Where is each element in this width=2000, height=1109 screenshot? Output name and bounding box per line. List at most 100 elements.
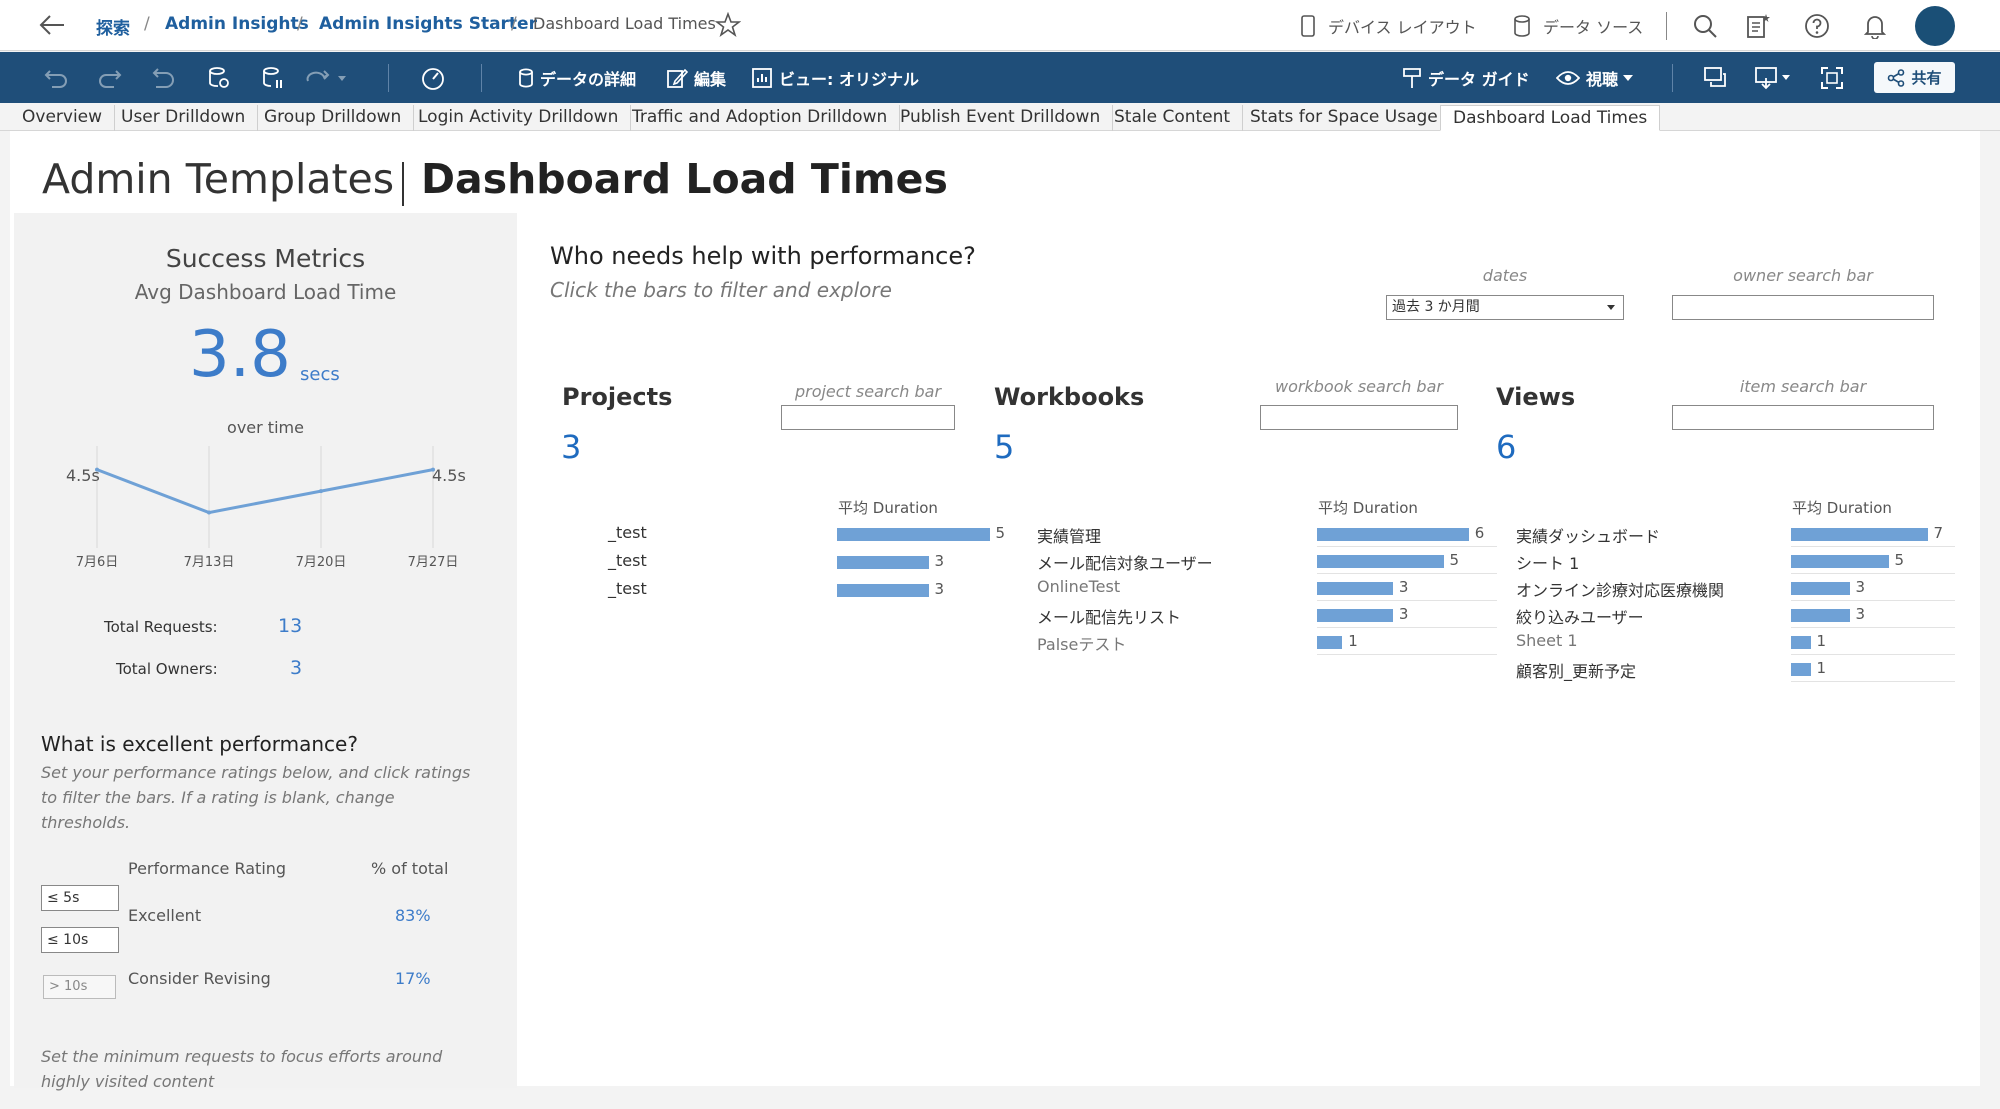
breadcrumb-admin-insights-starter[interactable]: Admin Insights Starter bbox=[319, 14, 537, 34]
back-arrow-icon[interactable] bbox=[38, 13, 66, 37]
total-requests-value: 13 bbox=[278, 615, 303, 637]
projects-duration-bar[interactable] bbox=[837, 584, 929, 597]
workbook-search-input[interactable] bbox=[1260, 405, 1458, 430]
workbooks-row-name[interactable]: Palseテスト bbox=[1037, 631, 1126, 655]
dates-filter-select[interactable]: 過去 3 か月間 bbox=[1386, 295, 1624, 320]
projects-row-name[interactable]: _test bbox=[608, 551, 647, 570]
rating-excellent-pct[interactable]: 83% bbox=[395, 906, 431, 925]
user-avatar[interactable] bbox=[1915, 6, 1955, 46]
item-search-input[interactable] bbox=[1672, 405, 1934, 430]
recommendations-icon[interactable] bbox=[1746, 13, 1770, 39]
workbooks-bar-value: 5 bbox=[1449, 551, 1460, 569]
tab-publish-event-drilldown[interactable]: Publish Event Drilldown bbox=[888, 105, 1114, 131]
projects-duration-bar[interactable] bbox=[837, 528, 990, 541]
tab-stats-space-usage[interactable]: Stats for Space Usage bbox=[1238, 105, 1451, 131]
workbooks-row-divider bbox=[1317, 546, 1497, 547]
trend-x-tick-label: 7月20日 bbox=[296, 555, 347, 570]
total-owners-value: 3 bbox=[290, 657, 303, 679]
excellent-description-line: thresholds. bbox=[41, 813, 131, 832]
data-source-button[interactable]: データ ソース bbox=[1543, 14, 1643, 38]
comments-icon[interactable] bbox=[1703, 52, 1735, 103]
views-duration-bar[interactable] bbox=[1791, 528, 1928, 541]
favorite-star-icon[interactable] bbox=[715, 12, 741, 38]
data-details-button[interactable]: データの詳細 bbox=[518, 52, 636, 103]
project-search-input[interactable] bbox=[781, 405, 955, 430]
tab-group-drilldown[interactable]: Group Drilldown bbox=[252, 105, 415, 131]
workbooks-duration-header: 平均 Duration bbox=[1318, 499, 1418, 517]
download-dropdown-icon[interactable] bbox=[1754, 52, 1800, 103]
projects-duration-bar[interactable] bbox=[837, 556, 929, 569]
redo-icon[interactable] bbox=[98, 52, 128, 103]
views-row-name[interactable]: 顧客別_更新予定 bbox=[1516, 658, 1636, 682]
workbooks-duration-bar[interactable] bbox=[1317, 555, 1444, 568]
threshold-slow-input: > 10s bbox=[43, 975, 116, 999]
tab-overview[interactable]: Overview bbox=[10, 105, 116, 131]
workbooks-row-name[interactable]: メール配信対象ユーザー bbox=[1037, 550, 1213, 574]
workbooks-duration-bar[interactable] bbox=[1317, 636, 1343, 649]
performance-gauge-icon[interactable] bbox=[420, 52, 452, 103]
views-row-divider bbox=[1791, 654, 1955, 655]
fullscreen-icon[interactable] bbox=[1820, 52, 1850, 103]
trend-series-line[interactable] bbox=[96, 468, 434, 515]
rating-consider-revising[interactable]: Consider Revising bbox=[128, 969, 271, 988]
help-subheading: Click the bars to filter and explore bbox=[550, 278, 892, 302]
notifications-bell-icon[interactable] bbox=[1864, 13, 1886, 39]
threshold-excellent-input[interactable]: ≤ 5s bbox=[41, 885, 119, 911]
projects-duration-header: 平均 Duration bbox=[838, 499, 938, 517]
replay-icon[interactable] bbox=[306, 52, 356, 103]
load-time-trend-chart[interactable]: 7月6日 7月13日 7月20日 7月27日 bbox=[60, 440, 480, 580]
tab-user-drilldown[interactable]: User Drilldown bbox=[109, 105, 259, 131]
success-metrics-heading: Success Metrics bbox=[165, 244, 366, 273]
device-layout-icon[interactable] bbox=[1300, 15, 1316, 37]
tab-dashboard-load-times[interactable]: Dashboard Load Times bbox=[1440, 105, 1661, 131]
projects-row-name[interactable]: _test bbox=[608, 579, 647, 598]
views-row-name[interactable]: 絞り込みユーザー bbox=[1516, 604, 1644, 628]
share-icon bbox=[1888, 68, 1905, 87]
views-row-name[interactable]: Sheet 1 bbox=[1516, 631, 1578, 650]
views-duration-bar[interactable] bbox=[1791, 609, 1850, 622]
tab-traffic-adoption-drilldown[interactable]: Traffic and Adoption Drilldown bbox=[620, 105, 901, 131]
projects-row-name[interactable]: _test bbox=[608, 523, 647, 542]
views-row-name[interactable]: 実績ダッシュボード bbox=[1516, 523, 1660, 547]
views-duration-bar[interactable] bbox=[1791, 636, 1811, 649]
threshold-revising-input[interactable]: ≤ 10s bbox=[41, 927, 119, 953]
view-original-button[interactable]: ビュー: オリジナル bbox=[751, 52, 919, 103]
share-button[interactable]: 共有 bbox=[1874, 62, 1955, 93]
search-icon[interactable] bbox=[1692, 13, 1718, 39]
breadcrumb-explore[interactable]: 探索 bbox=[96, 14, 130, 39]
avg-load-time-value[interactable]: 3.8 bbox=[189, 318, 291, 392]
rating-consider-revising-pct[interactable]: 17% bbox=[395, 969, 431, 988]
workbooks-row-name[interactable]: メール配信先リスト bbox=[1037, 604, 1181, 628]
help-icon[interactable] bbox=[1804, 13, 1830, 39]
data-guide-button[interactable]: データ ガイド bbox=[1402, 52, 1530, 103]
data-source-icon[interactable] bbox=[1513, 15, 1531, 37]
workbooks-bar-value: 3 bbox=[1398, 605, 1409, 623]
workbooks-row-divider bbox=[1317, 627, 1497, 628]
trend-point[interactable] bbox=[319, 489, 323, 494]
owner-search-input[interactable] bbox=[1672, 295, 1934, 320]
workbooks-duration-bar[interactable] bbox=[1317, 528, 1469, 541]
workbooks-row-name[interactable]: 実績管理 bbox=[1037, 523, 1101, 547]
views-duration-bar[interactable] bbox=[1791, 663, 1811, 676]
tab-login-activity-drilldown[interactable]: Login Activity Drilldown bbox=[406, 105, 632, 131]
edit-button[interactable]: 編集 bbox=[666, 52, 726, 103]
undo-icon[interactable] bbox=[44, 52, 74, 103]
workbooks-row-name[interactable]: OnlineTest bbox=[1037, 577, 1120, 596]
watch-dropdown[interactable]: 視聴 bbox=[1556, 52, 1640, 103]
page-title: Dashboard Load Times bbox=[421, 155, 948, 203]
device-layout-button[interactable]: デバイス レイアウト bbox=[1328, 14, 1477, 38]
views-row-name[interactable]: オンライン診療対応医療機関 bbox=[1516, 577, 1724, 601]
workbooks-duration-bar[interactable] bbox=[1317, 609, 1393, 622]
workbooks-duration-bar[interactable] bbox=[1317, 582, 1393, 595]
data-details-label: データの詳細 bbox=[540, 69, 637, 89]
trend-point[interactable] bbox=[207, 510, 211, 515]
breadcrumb-admin-insights[interactable]: Admin Insights bbox=[165, 14, 309, 34]
refresh-data-icon[interactable] bbox=[208, 52, 236, 103]
revert-icon[interactable] bbox=[152, 52, 182, 103]
views-duration-bar[interactable] bbox=[1791, 582, 1850, 595]
rating-excellent[interactable]: Excellent bbox=[128, 906, 201, 925]
views-row-name[interactable]: シート 1 bbox=[1516, 550, 1579, 574]
pause-updates-icon[interactable] bbox=[262, 52, 290, 103]
tab-stale-content[interactable]: Stale Content bbox=[1102, 105, 1244, 131]
views-duration-bar[interactable] bbox=[1791, 555, 1889, 568]
